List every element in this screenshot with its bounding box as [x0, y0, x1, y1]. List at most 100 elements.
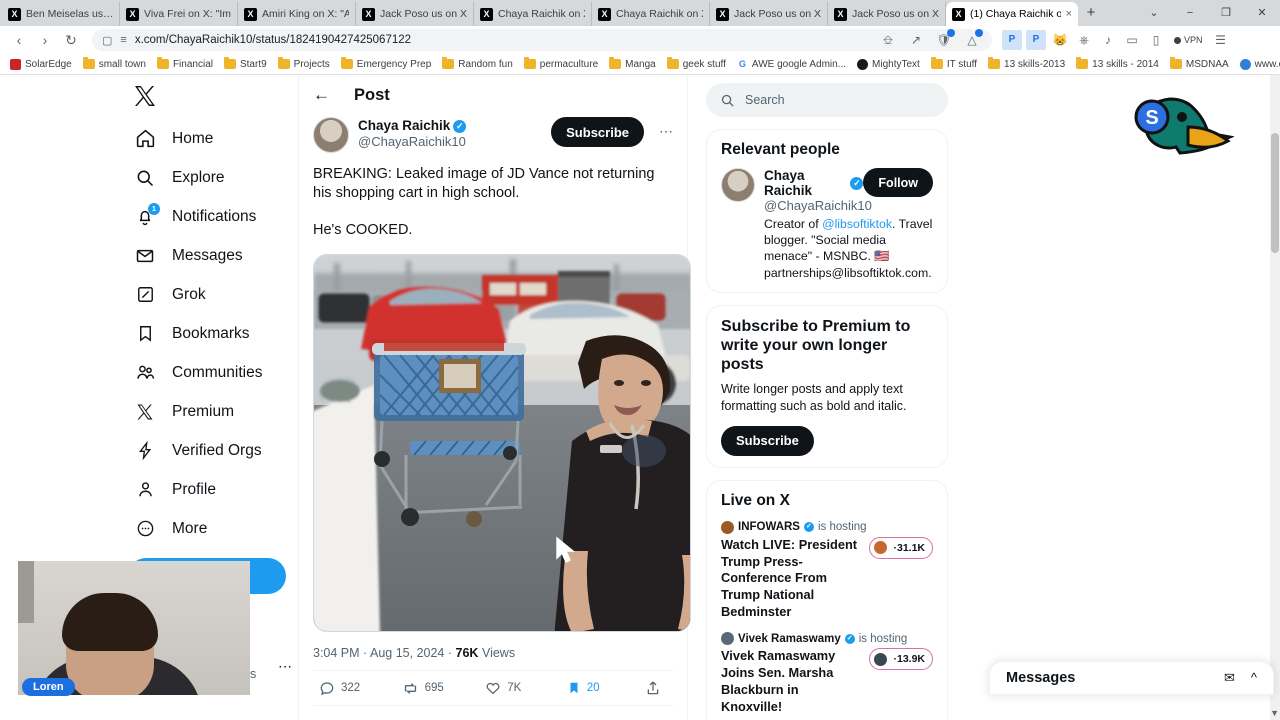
ellipsis-icon[interactable]: ⋯ [278, 658, 292, 675]
page-scrollbar[interactable]: ▼ [1270, 75, 1280, 720]
subscribe-button[interactable]: Subscribe [551, 117, 644, 147]
bookmark-action[interactable]: 20 [563, 680, 604, 696]
post-header: ← Post [299, 75, 687, 115]
reply-action[interactable]: 322 [319, 680, 360, 696]
browser-tab[interactable]: X Chaya Raichik on X: "BRE… [592, 2, 710, 26]
bookmark-item[interactable]: permaculture [520, 57, 602, 71]
globe-favicon-icon [1239, 58, 1251, 70]
bookmark-item[interactable]: SolarEdge [6, 58, 76, 71]
window-more-icon[interactable]: ⌄ [1136, 0, 1172, 26]
bookmark-item[interactable]: Start9 [220, 57, 271, 71]
bookmark-item[interactable]: 13 skills - 2014 [1072, 57, 1163, 71]
sidebar-item-profile[interactable]: Profile [128, 470, 298, 509]
post-body: Chaya Raichik ✓ @ChayaRaichik10 Subscrib… [299, 115, 691, 707]
tab-favicon-x-icon: X [834, 7, 847, 21]
extension-p-icon[interactable]: P [1002, 30, 1022, 50]
repost-action[interactable]: 695 [402, 680, 444, 697]
new-tab-button[interactable]: + [1078, 2, 1104, 26]
address-bar[interactable]: ▢ ≡ x.com/ChayaRaichik10/status/18241904… [92, 29, 992, 51]
bookmark-item[interactable]: Projects [274, 57, 334, 71]
x-logo-icon[interactable] [128, 79, 162, 113]
tab-label: Chaya Raichik on X: "BRE… [616, 8, 703, 20]
hamburger-menu-icon[interactable]: ☰ [1211, 30, 1231, 50]
window-close-icon[interactable]: ✕ [1244, 0, 1280, 26]
browser-tab[interactable]: X Ben Meiselas us… on X [2, 2, 120, 26]
browser-tab[interactable]: X Jack Poso us on X: "These… [710, 2, 828, 26]
window-minimize-icon[interactable]: − [1172, 0, 1208, 26]
tab-favicon-x-icon: X [480, 7, 493, 21]
premium-subscribe-button[interactable]: Subscribe [721, 425, 814, 456]
bookmark-item[interactable]: G AWE google Admin... [733, 58, 850, 71]
bio-mention-link[interactable]: @libsoftiktok [822, 217, 892, 231]
share-icon[interactable]: ↗ [906, 30, 926, 50]
follow-button[interactable]: Follow [863, 168, 933, 197]
live-title: Watch LIVE: President Trump Press-Confer… [721, 536, 858, 620]
browser-tab[interactable]: X Chaya Raichik on X: "BRE… [474, 2, 592, 26]
window-maximize-icon[interactable]: ❐ [1208, 0, 1244, 26]
like-action[interactable]: 7K [485, 680, 521, 696]
extension-p2-icon[interactable]: P [1026, 30, 1046, 50]
bookmark-item[interactable]: small town [79, 57, 150, 71]
sidebar-item-messages[interactable]: Messages [128, 236, 298, 275]
messages-dock[interactable]: Messages ✉ ^ [989, 661, 1274, 695]
live-item[interactable]: Vivek Ramaswamy ✓ is hosting Vivek Ramas… [721, 632, 933, 716]
extension-cat-icon[interactable]: 😸 [1050, 30, 1070, 50]
sidebar-item-bookmarks[interactable]: Bookmarks [128, 314, 298, 353]
bookmark-item[interactable]: Random fun [438, 57, 516, 71]
vpn-indicator[interactable]: VPN [1170, 35, 1207, 45]
scroll-down-icon[interactable]: ▼ [1270, 708, 1279, 718]
browser-tab[interactable]: X Jack Poso us on X: "BREA… [356, 2, 474, 26]
home-icon [134, 128, 156, 150]
bookmark-item[interactable]: IT stuff [927, 57, 981, 71]
sidebar-item-grok[interactable]: Grok [128, 275, 298, 314]
bookmark-item[interactable]: www.classiccountry... [1236, 58, 1280, 71]
browser-tab-active[interactable]: X (1) Chaya Raichik on… × [946, 2, 1078, 26]
sidebar-item-label: Messages [172, 246, 243, 264]
new-message-icon[interactable]: ✉ [1224, 670, 1235, 686]
browser-tab[interactable]: X Amiri King on X: "A photo… [238, 2, 356, 26]
reload-button[interactable]: ↻ [60, 29, 82, 51]
sidebar-item-premium[interactable]: Premium [128, 392, 298, 431]
extension-card-icon[interactable]: ▯ [1146, 30, 1166, 50]
bookmark-item[interactable]: MightyText [853, 58, 924, 71]
arrow-left-icon[interactable]: ← [313, 85, 330, 105]
ellipsis-icon[interactable]: ⋯ [653, 117, 673, 140]
sidebar-item-notifications[interactable]: 1 Notifications [128, 197, 298, 236]
sidebar-item-label: Explore [172, 168, 225, 186]
bookmark-item[interactable]: 13 skills-2013 [984, 57, 1069, 71]
avatar[interactable] [721, 168, 755, 202]
brave-rewards-icon[interactable]: △ [962, 29, 983, 50]
cast-icon[interactable]: ⎒ [878, 30, 898, 50]
forward-button[interactable]: › [34, 29, 56, 51]
post-image[interactable] [313, 254, 691, 633]
browser-tab[interactable]: X Jack Poso us on X: "BREA… [828, 2, 946, 26]
bookmark-item[interactable]: Manga [605, 57, 660, 71]
scrollbar-thumb[interactable] [1271, 133, 1279, 253]
tab-label: Ben Meiselas us… on X [26, 8, 113, 20]
folder-icon [609, 57, 622, 69]
search-input[interactable]: Search [706, 83, 948, 117]
bookmark-item[interactable]: MSDNAA [1166, 57, 1233, 71]
sidebar-item-explore[interactable]: Explore [128, 158, 298, 197]
bookmark-outline-icon[interactable]: ▢ [102, 34, 112, 47]
reply-count: 322 [341, 682, 361, 695]
browser-tab[interactable]: X Viva Frei on X: "Imagine… [120, 2, 238, 26]
tune-icon[interactable]: ≡ [120, 34, 126, 46]
extension-window-icon[interactable]: ▭ [1122, 30, 1142, 50]
sidebar-item-communities[interactable]: Communities [128, 353, 298, 392]
sidebar-item-home[interactable]: Home [128, 119, 298, 158]
extension-music-icon[interactable]: ♪ [1098, 30, 1118, 50]
chevron-up-icon[interactable]: ^ [1251, 670, 1257, 686]
avatar[interactable] [313, 117, 349, 153]
bookmark-item[interactable]: Emergency Prep [337, 57, 435, 71]
brave-shield-icon[interactable]: 🛡 [934, 29, 955, 50]
tab-close-icon[interactable]: × [1066, 8, 1072, 20]
extension-puzzle-icon[interactable]: ⎈ [1074, 30, 1094, 50]
live-item[interactable]: INFOWARS ✓ is hosting Watch LIVE: Presid… [721, 520, 933, 621]
sidebar-item-more[interactable]: More [128, 509, 298, 548]
sidebar-item-verified-orgs[interactable]: Verified Orgs [128, 431, 298, 470]
bookmark-item[interactable]: geek stuff [663, 57, 730, 71]
bookmark-item[interactable]: Financial [153, 57, 217, 71]
back-button[interactable]: ‹ [8, 29, 30, 51]
share-action[interactable] [645, 680, 667, 696]
